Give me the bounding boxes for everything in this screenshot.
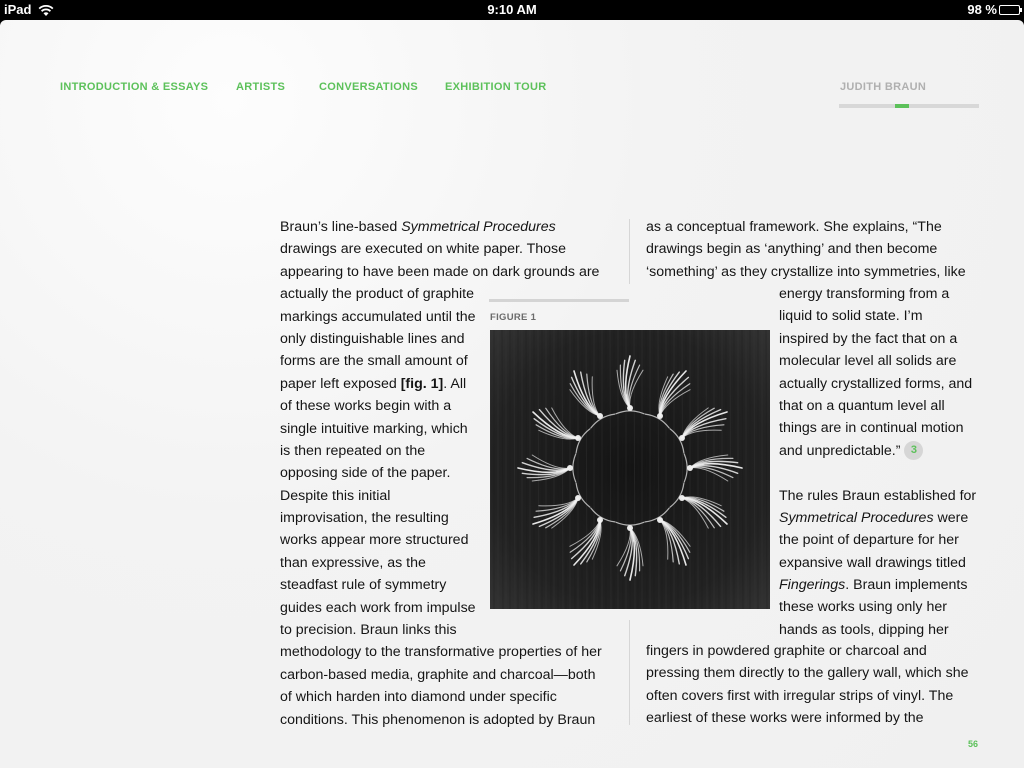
nav-introduction-essays[interactable]: INTRODUCTION & ESSAYS	[60, 81, 208, 93]
section-artist-label: JUDITH BRAUN	[840, 81, 927, 93]
text-line: to precision. Braun links this	[280, 622, 457, 639]
text-line: actually the product of graphite	[280, 286, 475, 303]
figure-rule	[489, 299, 629, 302]
text-line: as a conceptual framework. She explains,…	[646, 219, 942, 235]
italic-title: Symmetrical Procedures	[779, 509, 934, 526]
text-line: molecular level all solids are	[779, 353, 957, 370]
text-line: Braun’s line-based Symmetrical Procedure…	[280, 219, 556, 235]
text-line: expansive wall drawings titled	[779, 554, 966, 571]
text-line: appearing to have been made on dark grou…	[280, 263, 600, 280]
battery-percent: 98 %	[967, 2, 997, 17]
text-line: energy transforming from a	[779, 286, 950, 302]
figure-label: FIGURE 1	[490, 312, 537, 323]
nav-artists[interactable]: ARTISTS	[236, 81, 285, 93]
italic-title: Fingerings	[779, 577, 846, 594]
text-line: that on a quantum level all	[779, 397, 945, 414]
text-line: conditions. This phenomenon is adopted b…	[280, 711, 596, 728]
text-line: carbon-based media, graphite and charcoa…	[280, 666, 596, 683]
page-number: 56	[967, 739, 978, 749]
reader-page: INTRODUCTION & ESSAYS ARTISTS CONVERSATI…	[0, 20, 1024, 768]
text-line: things are in continual motion	[779, 420, 964, 437]
text-line: Symmetrical Procedures were	[779, 509, 969, 526]
text-line: actually crystallized forms, and	[779, 375, 973, 392]
text-column-right-middle: energy transforming from a liquid to soli…	[779, 283, 979, 641]
section-progress-bar[interactable]	[839, 104, 979, 108]
text-line: the point of departure for her	[779, 532, 959, 549]
nav-exhibition-tour[interactable]: EXHIBITION TOUR	[445, 81, 546, 93]
text-column-right-top: as a conceptual framework. She explains,…	[646, 216, 976, 283]
text-line: drawings are executed on white paper. Th…	[280, 241, 567, 258]
text-line: drawings begin as ‘anything’ and then be…	[646, 241, 938, 258]
text-line: inspired by the fact that on a	[779, 330, 958, 347]
text-column-right-bottom: fingers in powdered graphite or charcoal…	[646, 640, 976, 730]
text-line: liquid to solid state. I’m	[779, 308, 923, 325]
text-line: hands as tools, dipping her	[779, 621, 949, 638]
clock: 9:10 AM	[487, 2, 537, 17]
footnote-badge[interactable]: 3	[904, 441, 924, 461]
text-line	[779, 462, 979, 484]
text-line: often covers first with irregular strips…	[646, 687, 954, 704]
text-line: these works using only her	[779, 599, 947, 616]
text-line: ‘something’ as they crystallize into sym…	[646, 263, 966, 280]
column-divider-bottom	[629, 620, 630, 725]
text-line: earliest of these works were informed by…	[646, 710, 924, 727]
figure-reference[interactable]: [fig. 1]	[401, 376, 444, 392]
text-line: The rules Braun established for	[779, 487, 977, 504]
section-progress-indicator	[895, 104, 910, 108]
column-divider-top	[629, 219, 630, 284]
status-bar: iPad 9:10 AM 98 %	[0, 0, 1024, 20]
text-line: Fingerings. Braun implements	[779, 577, 968, 594]
text-line: pressing them directly to the gallery wa…	[646, 665, 969, 682]
text-line: and unpredictable.” 3	[779, 440, 979, 462]
text-line: fingers in powdered graphite or charcoal…	[646, 643, 927, 659]
text-line: markings accumulated until the	[280, 308, 476, 325]
nav-conversations[interactable]: CONVERSATIONS	[319, 81, 418, 93]
italic-title: Symmetrical Procedures	[401, 219, 556, 235]
symmetrical-drawing-image[interactable]	[490, 330, 770, 609]
battery-icon	[999, 5, 1022, 15]
text-line: methodology to the transformative proper…	[280, 644, 602, 661]
text-line: of which harden into diamond under speci…	[280, 689, 557, 706]
